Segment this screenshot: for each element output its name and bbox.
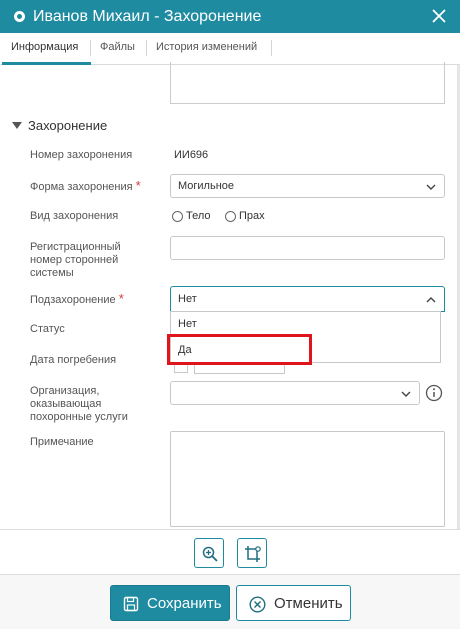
required-mark: * — [118, 291, 124, 306]
info-icon[interactable] — [425, 384, 443, 402]
record-dot-icon — [14, 11, 25, 22]
note-label: Примечание — [30, 436, 94, 448]
reg-number-input[interactable] — [170, 236, 445, 260]
image-toolbar — [0, 529, 460, 575]
zoom-in-icon — [202, 546, 218, 562]
tab-bar: Информация Файлы История изменений — [0, 33, 460, 65]
required-mark: * — [135, 178, 141, 193]
window-title: Иванов Михаил - Захоронение — [33, 8, 262, 25]
radio-body[interactable] — [172, 211, 183, 222]
zoom-button[interactable] — [194, 538, 224, 568]
save-button[interactable]: Сохранить — [110, 585, 230, 621]
cancel-button[interactable]: Отменить — [236, 585, 351, 621]
burial-form-label-text: Форма захоронения — [30, 181, 133, 193]
burial-number-label: Номер захоронения — [30, 149, 133, 161]
dropdown-option-no[interactable]: Нет — [178, 318, 197, 330]
reg-number-label-line3: системы — [30, 267, 74, 279]
burial-type-label: Вид захоронения — [30, 210, 119, 222]
cancel-label: Отменить — [274, 595, 343, 612]
save-label: Сохранить — [147, 595, 222, 612]
chevron-down-icon — [426, 184, 436, 190]
active-tab-indicator — [2, 62, 91, 65]
dialog-footer: Сохранить Отменить — [0, 575, 460, 629]
sub-burial-value: Нет — [178, 293, 197, 305]
reg-number-label-line1: Регистрационный — [30, 241, 121, 253]
previous-textarea[interactable] — [170, 62, 445, 104]
close-icon[interactable] — [429, 6, 449, 26]
burial-number-value: ИИ696 — [174, 149, 209, 161]
collapse-triangle-icon[interactable] — [12, 122, 22, 129]
tab-files[interactable]: Файлы — [100, 41, 135, 53]
chevron-down-icon — [401, 391, 411, 397]
crop-button[interactable] — [237, 538, 267, 568]
crop-settings-icon — [245, 546, 261, 562]
burial-form-select[interactable]: Могильное — [170, 174, 445, 198]
chevron-up-icon — [426, 297, 436, 303]
floppy-disk-icon — [123, 596, 139, 612]
reg-number-label-line2: номер сторонней — [30, 254, 119, 266]
sub-burial-select[interactable]: Нет — [170, 286, 445, 312]
sub-burial-label-text: Подзахоронение — [30, 294, 116, 306]
note-textarea[interactable] — [170, 431, 445, 527]
tab-divider — [271, 40, 272, 56]
organization-select[interactable] — [170, 381, 420, 405]
status-label: Статус — [30, 323, 65, 335]
tab-history[interactable]: История изменений — [156, 41, 257, 53]
burial-form-label: Форма захоронения * — [30, 179, 141, 194]
tab-information[interactable]: Информация — [11, 41, 78, 53]
highlight-box — [167, 334, 312, 365]
tab-divider — [90, 40, 91, 56]
radio-body-label: Тело — [186, 210, 211, 222]
section-title: Захоронение — [28, 118, 108, 133]
window-titlebar: Иванов Михаил - Захоронение — [0, 0, 460, 33]
burial-form-value: Могильное — [178, 180, 235, 192]
radio-ashes-label: Прах — [239, 210, 265, 222]
section-header-burial[interactable]: Захоронение — [12, 118, 107, 133]
organization-label-line2: оказывающая — [30, 398, 102, 410]
organization-label-line1: Организация, — [30, 385, 100, 397]
sub-burial-label: Подзахоронение * — [30, 292, 124, 307]
organization-label-line3: похоронные услуги — [30, 411, 128, 423]
burial-date-label: Дата погребения — [30, 354, 117, 366]
tab-divider — [146, 40, 147, 56]
cancel-circle-icon — [249, 596, 266, 613]
radio-ashes[interactable] — [225, 211, 236, 222]
